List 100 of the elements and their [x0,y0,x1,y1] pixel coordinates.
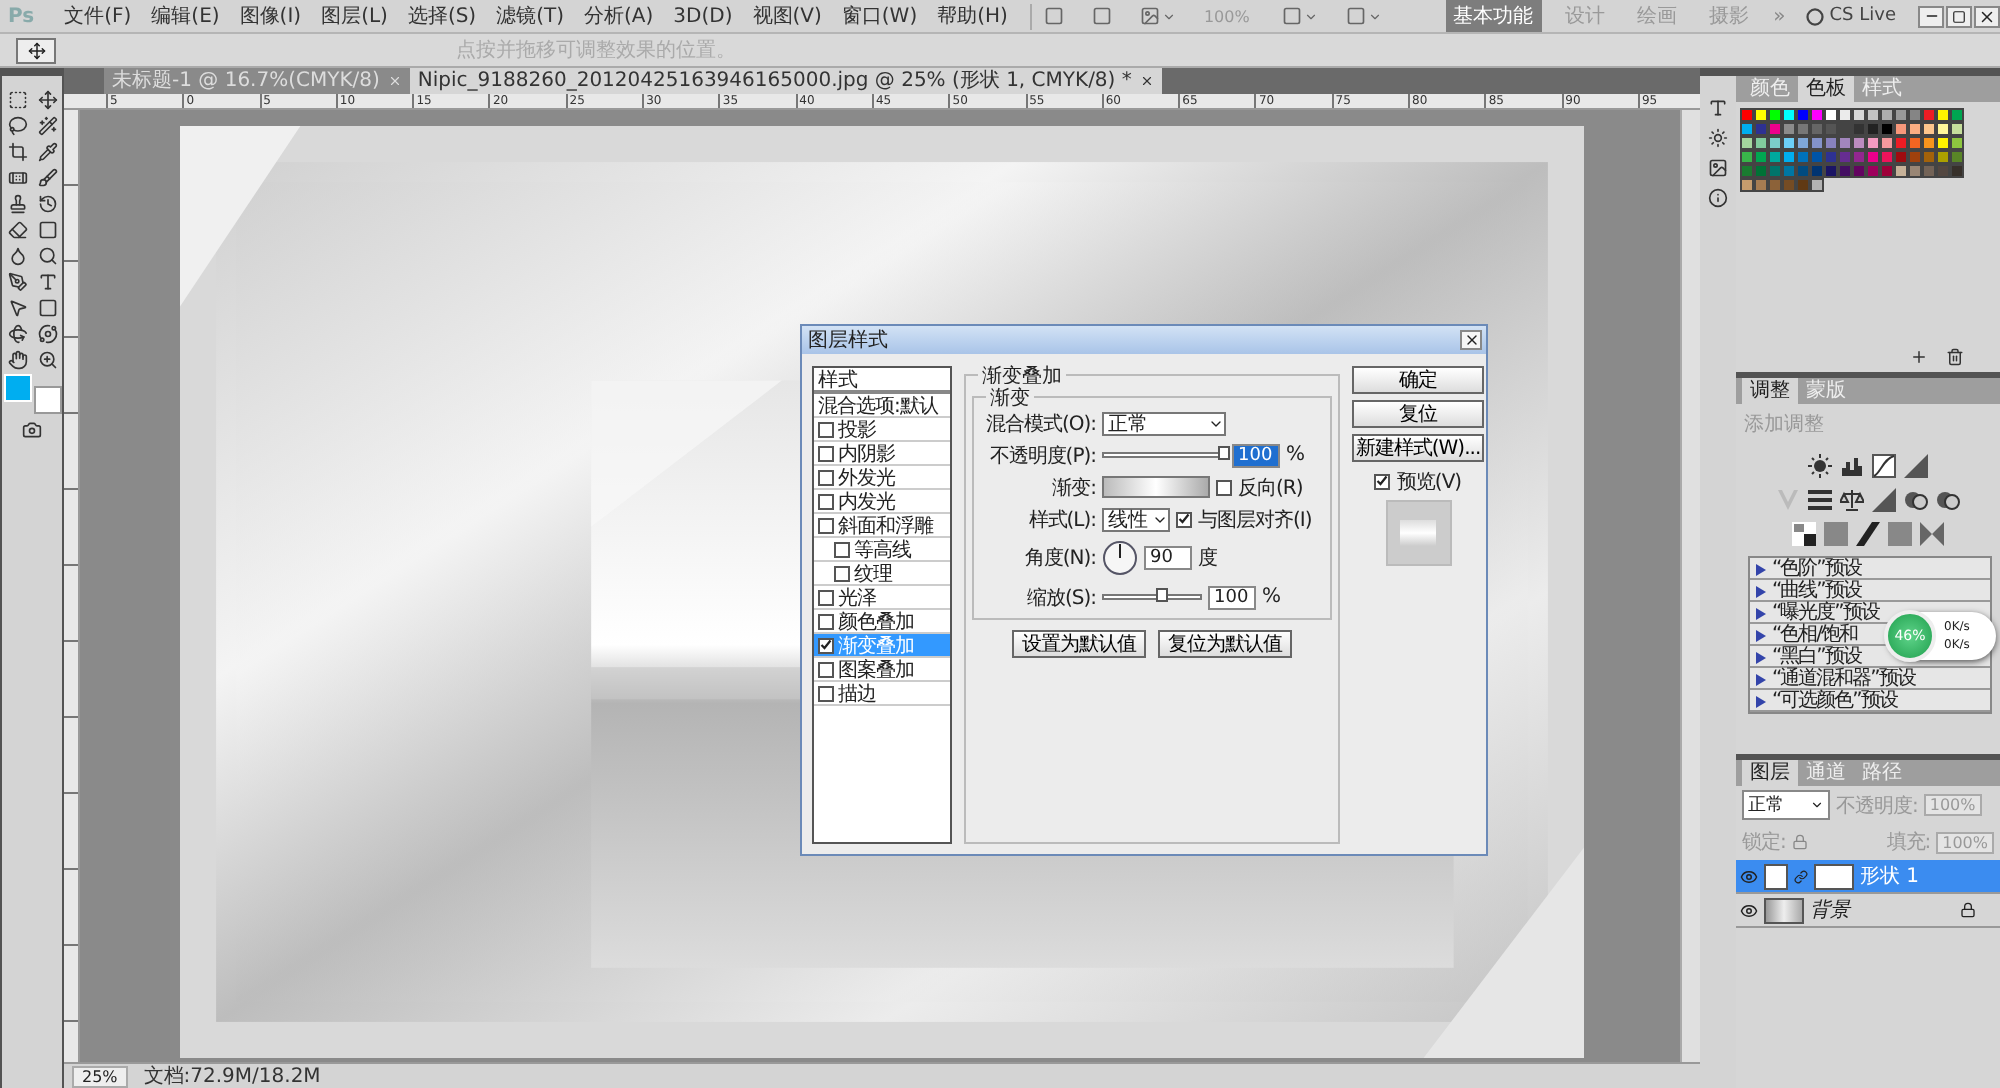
menu-item[interactable]: 文件(F) [54,2,142,30]
minimize-icon[interactable] [1918,5,1944,27]
style-item[interactable]: 颜色叠加 [814,610,950,634]
panel-tab[interactable]: 色板 [1798,76,1854,102]
orbit-icon[interactable] [33,322,61,344]
menu-item[interactable]: 图像(I) [229,2,312,30]
gradient-triangle-icon[interactable] [1872,488,1896,512]
eye-icon[interactable] [1740,867,1758,885]
checkbox[interactable] [834,541,850,557]
workspace-tab[interactable]: 基本功能 [1445,0,1542,32]
style-item[interactable]: 内阴影 [814,442,950,466]
close-icon[interactable] [1139,74,1154,88]
close-icon[interactable] [1460,330,1482,350]
preset-item[interactable]: “色阶”预设 [1750,558,1861,580]
checkbox[interactable] [834,565,850,581]
style-item[interactable]: 纹理 [814,562,950,586]
threshold-icon[interactable] [1856,522,1880,546]
default-button[interactable]: 设置为默认值 [1012,630,1146,658]
sun-icon[interactable] [1704,126,1732,148]
checkbox[interactable] [818,421,834,437]
scrollbar[interactable] [1680,110,1700,1062]
magic-wand-icon[interactable] [33,114,61,136]
slider-thumb[interactable] [1218,446,1230,460]
checkbox[interactable] [818,685,834,701]
menu-item[interactable]: 窗口(W) [831,2,928,30]
style-select[interactable]: 线性 [1102,507,1170,531]
pen-icon[interactable] [3,270,31,292]
cs-live-button[interactable]: CS Live [1805,6,1896,26]
exposure-icon[interactable] [1904,454,1928,478]
view-extras-icon[interactable] [1139,4,1176,28]
style-item[interactable]: 等高线 [814,538,950,562]
menu-item[interactable]: 分析(A) [574,2,664,30]
preset-item[interactable]: “可选颜色”预设 [1750,690,1897,712]
crop-icon[interactable] [3,140,31,162]
checkbox[interactable] [1176,511,1192,527]
preset-item[interactable]: “通道混和器”预设 [1750,668,1915,690]
panel-tab[interactable]: 调整 [1742,378,1798,404]
preset-item[interactable]: “曲线”预设 [1750,580,1861,602]
eye-icon[interactable] [1740,901,1758,919]
histogram-icon[interactable] [1840,454,1864,478]
foreground-color[interactable] [3,374,31,402]
layer-row[interactable]: 背景 [1736,894,2000,928]
default-button[interactable]: 复位为默认值 [1158,630,1292,658]
info-icon[interactable] [1704,186,1732,208]
restore-icon[interactable] [1946,5,1972,27]
style-item[interactable]: 描边 [814,682,950,706]
angle-dial[interactable] [1102,540,1138,576]
checkbox[interactable] [818,661,834,677]
style-item[interactable]: 内发光 [814,490,950,514]
background-color[interactable] [33,386,61,414]
move-tool-icon[interactable] [16,37,56,63]
opacity-field[interactable]: 100 [1232,443,1280,467]
menu-item[interactable]: 视图(V) [742,2,832,30]
menu-item[interactable]: 3D(D) [663,5,743,27]
checkbox[interactable] [818,637,834,653]
preset-item[interactable]: “色相/饱和 [1750,624,1858,646]
checkbox[interactable] [1216,479,1232,495]
channel-icon[interactable] [1792,522,1816,546]
menu-item[interactable]: 编辑(E) [141,2,230,30]
image-icon[interactable] [1704,156,1732,178]
close-icon[interactable] [1974,5,2000,27]
dialog-button[interactable]: 确定 [1352,366,1484,394]
preset-item[interactable]: “曝光度”预设 [1750,602,1879,624]
style-item[interactable]: 斜面和浮雕 [814,514,950,538]
balance-scale-icon[interactable] [1840,488,1864,512]
move-icon[interactable] [33,88,61,110]
menu-item[interactable]: 滤镜(T) [486,2,575,30]
blend-mode-select[interactable]: 正常 [1102,411,1226,435]
checkbox[interactable] [818,517,834,533]
style-item[interactable]: 投影 [814,418,950,442]
checkbox[interactable] [818,613,834,629]
preset-item[interactable]: “黑白”预设 [1750,646,1861,668]
gradient-picker[interactable] [1102,476,1210,498]
style-item[interactable]: 光泽 [814,586,950,610]
zoom-field[interactable]: 25% [72,1065,128,1087]
circles-icon[interactable] [1904,488,1928,512]
checkbox[interactable] [818,589,834,605]
menu-item[interactable]: 图层(L) [311,2,398,30]
brush-icon[interactable] [33,166,61,188]
curve-icon[interactable] [1872,454,1896,478]
style-item[interactable]: 外发光 [814,466,950,490]
scale-slider[interactable] [1102,594,1202,600]
checkbox[interactable] [1374,473,1391,489]
style-item[interactable]: 图案叠加 [814,658,950,682]
dialog-button[interactable]: 复位 [1352,400,1484,428]
opacity-slider[interactable] [1102,452,1226,458]
sun-icon[interactable] [1808,454,1832,478]
blend-mode-select[interactable]: 正常 [1742,790,1830,820]
stripes-icon[interactable] [1808,488,1832,512]
style-item[interactable]: 混合选项:默认 [814,394,950,418]
checkbox[interactable] [818,493,834,509]
eraser-icon[interactable] [3,218,31,240]
lasso-icon[interactable] [3,114,31,136]
slider-thumb[interactable] [1155,588,1168,602]
panel-tab[interactable]: 图层 [1742,760,1798,786]
bandage-icon[interactable] [3,166,31,188]
dialog-button[interactable]: 新建样式(W)... [1352,434,1484,462]
menu-item[interactable]: 帮助(H) [927,2,1018,30]
angle-field[interactable]: 90 [1144,546,1192,570]
checkbox[interactable] [818,469,834,485]
